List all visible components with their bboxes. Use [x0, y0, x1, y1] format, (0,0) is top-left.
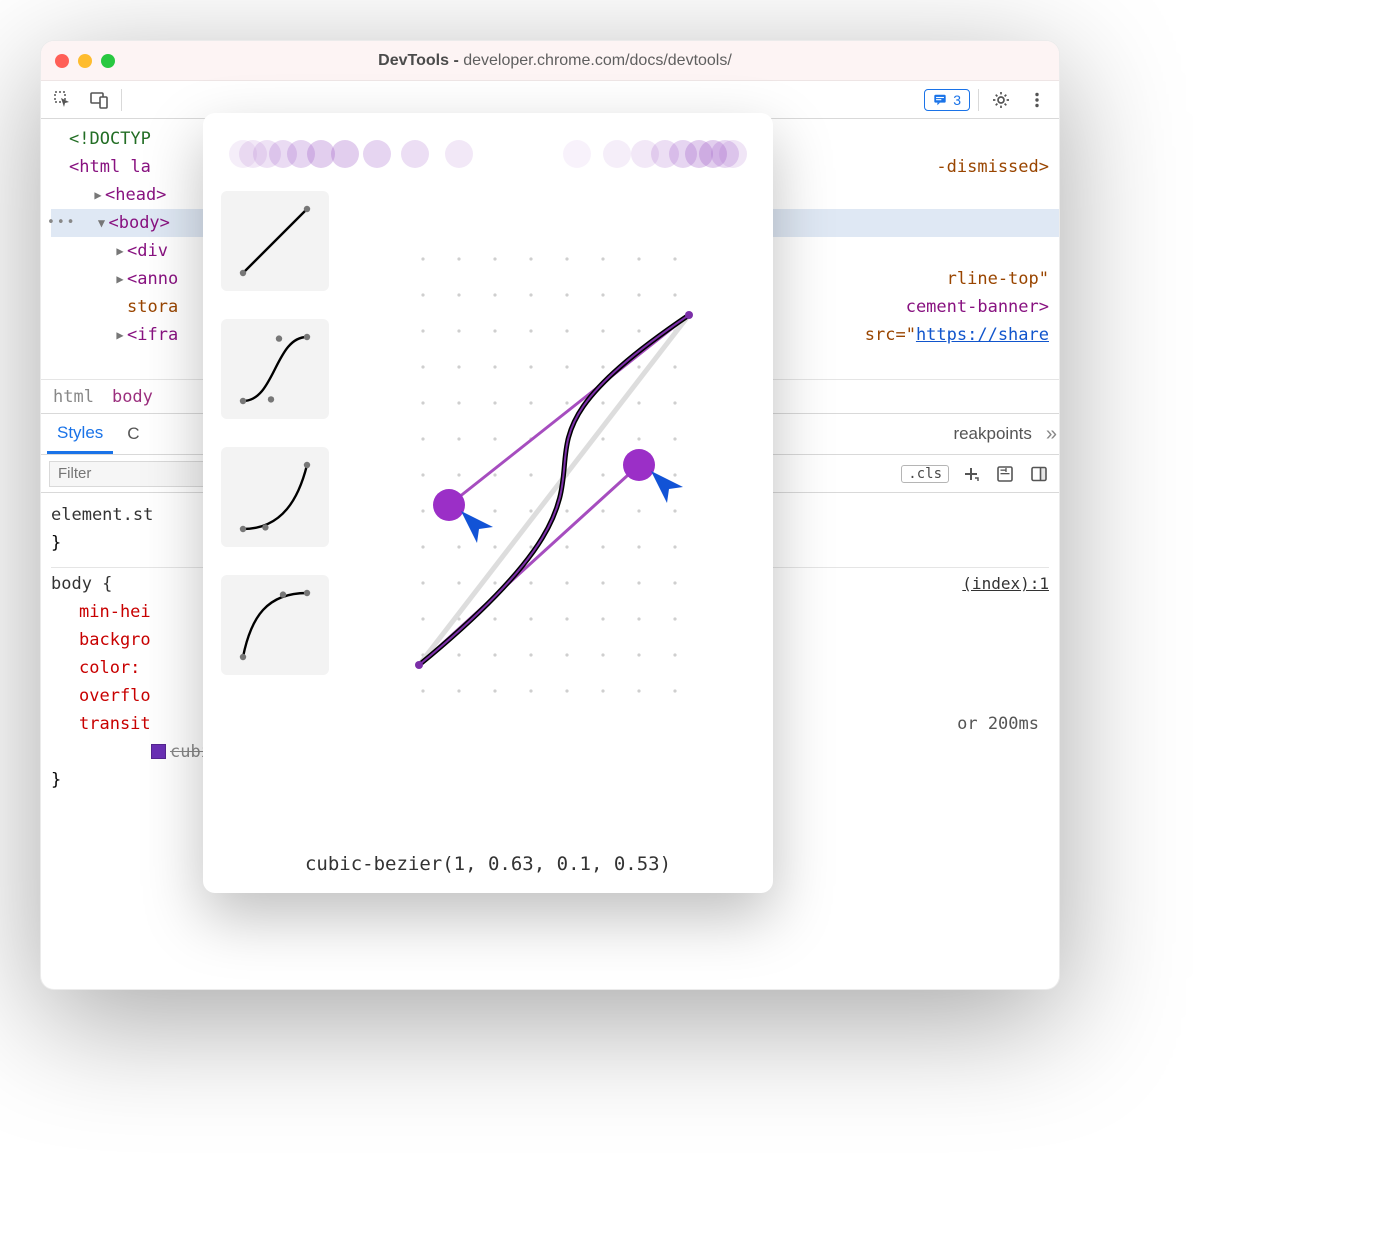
preview-trail-right [563, 140, 747, 168]
preset-ease-out[interactable] [221, 575, 329, 675]
more-tabs-icon[interactable]: » [1046, 423, 1053, 446]
tab-computed-partial[interactable]: C [117, 414, 149, 454]
devtools-window: DevTools - developer.chrome.com/docs/dev… [40, 40, 1060, 990]
toolbar-divider [978, 89, 979, 111]
title-url: developer.chrome.com/docs/devtools/ [463, 52, 732, 69]
tab-styles[interactable]: Styles [47, 414, 113, 454]
bezier-editor-popover: cubic-bezier(1, 0.63, 0.1, 0.53) [203, 113, 773, 893]
messages-count: 3 [953, 92, 961, 108]
message-icon [933, 93, 947, 107]
minimize-window-button[interactable] [78, 54, 92, 68]
bezier-readout: cubic-bezier(1, 0.63, 0.1, 0.53) [221, 853, 755, 875]
toggle-sidebar-icon[interactable] [1027, 462, 1051, 486]
toolbar-divider [121, 89, 122, 111]
control-point-1[interactable] [433, 489, 465, 521]
device-toggle-icon[interactable] [85, 86, 113, 114]
computed-panel-icon[interactable] [993, 462, 1017, 486]
breadcrumb-body[interactable]: body [112, 387, 153, 407]
bezier-presets [221, 185, 331, 839]
preset-ease-in[interactable] [221, 447, 329, 547]
preview-trail-left [229, 140, 473, 168]
cls-toggle[interactable]: .cls [901, 465, 949, 483]
animation-preview [221, 129, 755, 179]
messages-badge[interactable]: 3 [924, 89, 970, 111]
title-prefix: DevTools - [378, 52, 463, 69]
titlebar: DevTools - developer.chrome.com/docs/dev… [41, 41, 1059, 81]
bezier-graph[interactable] [349, 185, 755, 839]
traffic-lights [55, 54, 115, 68]
rule-source-link[interactable]: (index):1 [962, 570, 1049, 598]
inspect-element-icon[interactable] [49, 86, 77, 114]
preset-linear[interactable] [221, 191, 329, 291]
maximize-window-button[interactable] [101, 54, 115, 68]
bezier-swatch-icon[interactable] [151, 744, 166, 759]
breadcrumb-html[interactable]: html [53, 387, 94, 407]
more-menu-icon[interactable] [1023, 86, 1051, 114]
control-point-2[interactable] [623, 449, 655, 481]
new-rule-icon[interactable] [959, 462, 983, 486]
tab-breakpoints-partial[interactable]: reakpoints [943, 414, 1041, 454]
settings-icon[interactable] [987, 86, 1015, 114]
window-title: DevTools - developer.chrome.com/docs/dev… [115, 52, 995, 70]
preset-ease-in-out[interactable] [221, 319, 329, 419]
close-window-button[interactable] [55, 54, 69, 68]
